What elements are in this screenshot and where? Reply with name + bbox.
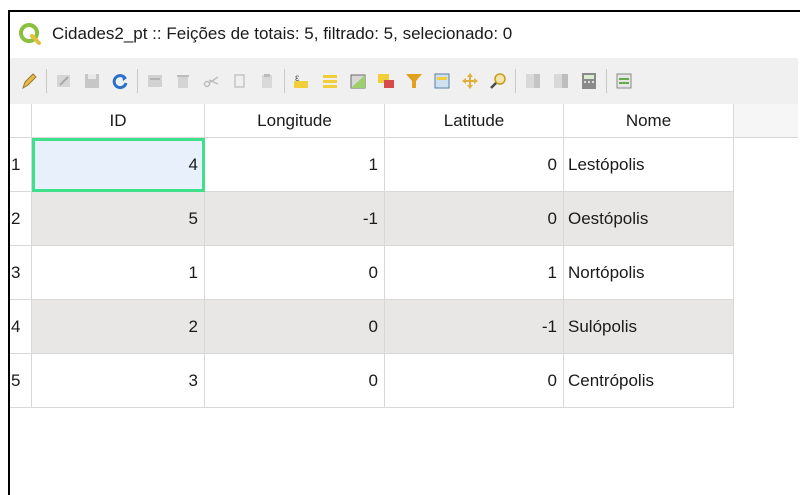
pan-to-selected-icon[interactable] [459, 70, 481, 92]
cell-id[interactable]: 3 [32, 354, 205, 408]
column-header-nome[interactable]: Nome [564, 104, 734, 138]
save-icon[interactable] [81, 70, 103, 92]
zoom-to-selected-icon[interactable] [487, 70, 509, 92]
row-number[interactable]: 3 [10, 246, 32, 300]
cell-longitude[interactable]: 1 [205, 138, 385, 192]
pencil-icon[interactable] [18, 70, 40, 92]
row-number[interactable]: 1 [10, 138, 32, 192]
cell-id[interactable]: 2 [32, 300, 205, 354]
cell-nome[interactable]: Centrópolis [564, 354, 734, 408]
expression-select-icon[interactable]: ε [291, 70, 313, 92]
cell-nome[interactable]: Lestópolis [564, 138, 734, 192]
toolbar-separator [46, 69, 47, 93]
cell-longitude[interactable]: 0 [205, 300, 385, 354]
cell-nome[interactable]: Nortópolis [564, 246, 734, 300]
toolbar-separator [515, 69, 516, 93]
multi-edit-icon[interactable] [53, 70, 75, 92]
attribute-table-window: Cidades2_pt :: Feições de totais: 5, fil… [0, 0, 804, 495]
table-row: 5 3 0 0 Centrópolis [10, 354, 734, 408]
cell-nome[interactable]: Oestópolis [564, 192, 734, 246]
cell-latitude[interactable]: -1 [385, 300, 564, 354]
cell-longitude[interactable]: -1 [205, 192, 385, 246]
reload-icon[interactable] [109, 70, 131, 92]
toolbar-separator [284, 69, 285, 93]
cut-icon[interactable] [200, 70, 222, 92]
cell-nome[interactable]: Sulópolis [564, 300, 734, 354]
delete-icon[interactable] [172, 70, 194, 92]
table-row: 2 5 -1 0 Oestópolis [10, 192, 734, 246]
table-row: 3 1 0 1 Nortópolis [10, 246, 734, 300]
conditional-format-icon[interactable] [613, 70, 635, 92]
select-all-icon[interactable] [319, 70, 341, 92]
cell-latitude[interactable]: 0 [385, 192, 564, 246]
title-bar: Cidades2_pt :: Feições de totais: 5, fil… [10, 12, 798, 56]
toolbar-separator [137, 69, 138, 93]
header-corner[interactable] [10, 104, 32, 138]
field-calculator-icon[interactable] [578, 70, 600, 92]
attribute-toolbar: ε [10, 58, 798, 104]
cell-id[interactable]: 4 [32, 138, 205, 192]
add-feature-icon[interactable] [144, 70, 166, 92]
move-selection-top-icon[interactable] [431, 70, 453, 92]
cell-latitude[interactable]: 0 [385, 354, 564, 408]
svg-text:ε: ε [295, 73, 300, 84]
invert-selection-icon[interactable] [347, 70, 369, 92]
paste-icon[interactable] [256, 70, 278, 92]
table-row: 1 4 1 0 Lestópolis [10, 138, 734, 192]
copy-icon[interactable] [228, 70, 250, 92]
column-header-latitude[interactable]: Latitude [385, 104, 564, 138]
column-header-longitude[interactable]: Longitude [205, 104, 385, 138]
row-number[interactable]: 5 [10, 354, 32, 408]
toolbar-separator [606, 69, 607, 93]
filter-icon[interactable] [403, 70, 425, 92]
qgis-logo-icon [18, 22, 42, 46]
row-number[interactable]: 4 [10, 300, 32, 354]
cell-longitude[interactable]: 0 [205, 354, 385, 408]
row-number[interactable]: 2 [10, 192, 32, 246]
attribute-table: ID Longitude Latitude Nome 1 4 1 0 Lestó… [10, 104, 798, 493]
column-header-id[interactable]: ID [32, 104, 205, 138]
cell-id[interactable]: 1 [32, 246, 205, 300]
new-field-icon[interactable] [522, 70, 544, 92]
cell-longitude[interactable]: 0 [205, 246, 385, 300]
cell-latitude[interactable]: 0 [385, 138, 564, 192]
deselect-icon[interactable] [375, 70, 397, 92]
cell-latitude[interactable]: 1 [385, 246, 564, 300]
table-row: 4 2 0 -1 Sulópolis [10, 300, 734, 354]
header-filler [734, 104, 798, 138]
window-title: Cidades2_pt :: Feições de totais: 5, fil… [52, 24, 513, 43]
cell-id[interactable]: 5 [32, 192, 205, 246]
delete-field-icon[interactable] [550, 70, 572, 92]
